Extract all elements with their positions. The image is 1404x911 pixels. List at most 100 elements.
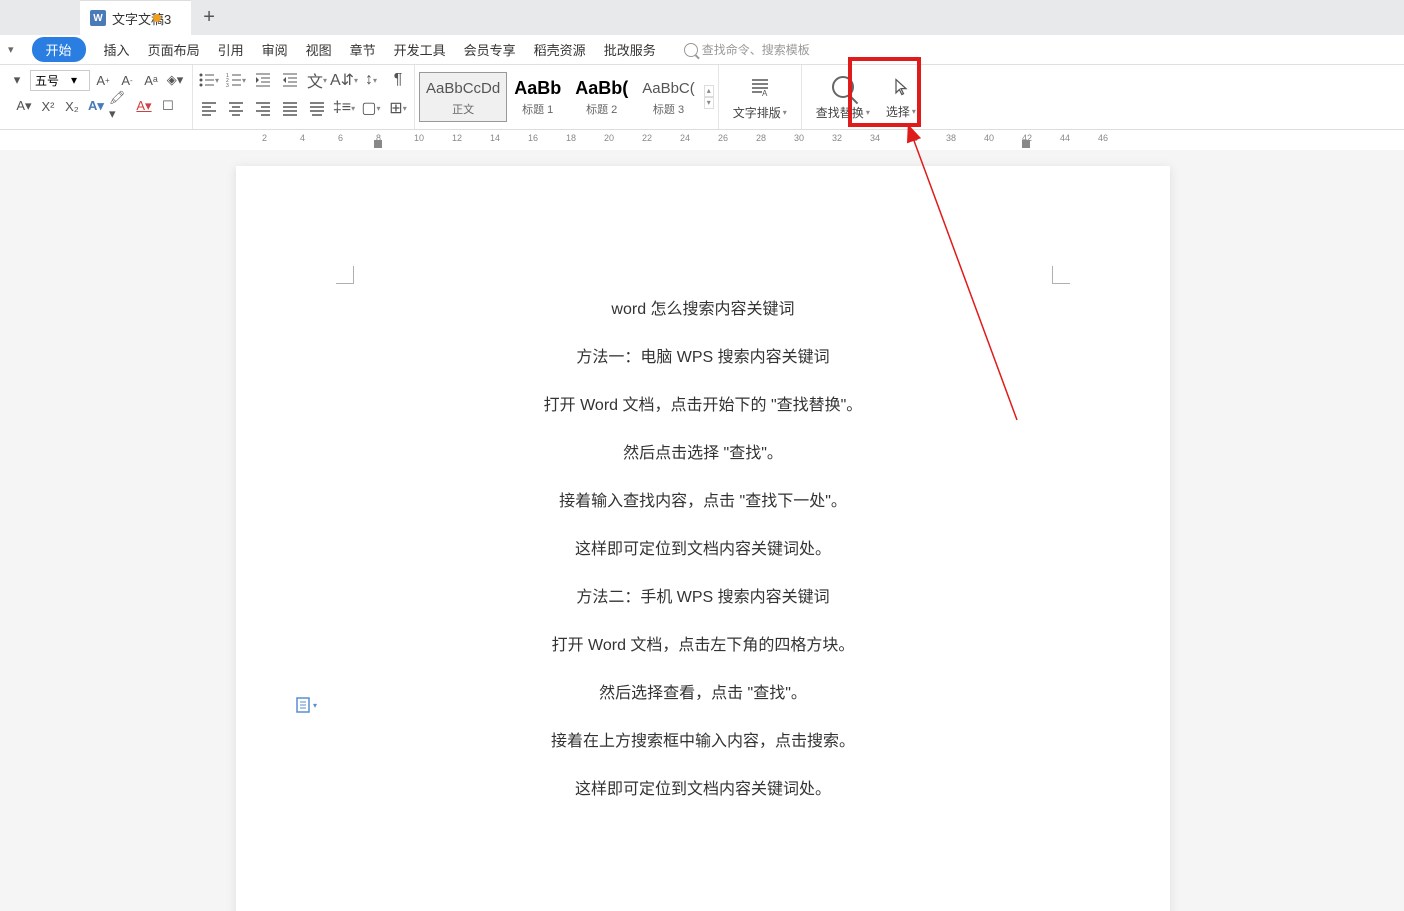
decrease-indent-button[interactable] [251,69,275,91]
style-heading2[interactable]: AaBb( 标题 2 [568,72,635,122]
font-format-dropdown[interactable]: A▾ [13,95,35,117]
style-heading3[interactable]: AaBbC( 标题 3 [635,72,702,122]
ruler-number: 22 [642,133,652,143]
style-gallery-scroll[interactable]: ▴ ▾ [704,85,714,109]
menu-references[interactable]: 引用 [218,40,244,59]
text-layout-button[interactable]: A 文字排版▾ [725,69,795,125]
ruler-number: 2 [262,133,267,143]
select-button[interactable]: 选择▾ [878,69,924,125]
number-list-button[interactable]: 123▾ [224,69,248,91]
ruler-number: 24 [680,133,690,143]
distribute-button[interactable] [305,97,329,119]
ruler-number: 34 [870,133,880,143]
ruler-number: 6 [338,133,343,143]
style-up-icon[interactable]: ▴ [704,85,714,97]
doc-line[interactable]: 接着在上方搜索框中输入内容，点击搜索。 [346,718,1060,766]
ruler-right-marker[interactable] [1022,140,1030,148]
layout-group: A 文字排版▾ [719,65,802,129]
ruler-number: 46 [1098,133,1108,143]
menu-view[interactable]: 视图 [306,40,332,59]
tab-bar: W 文字文稿3 + [0,0,1404,35]
margin-mark-tl [336,266,354,284]
doc-line[interactable]: 然后点击选择 "查找"。 [346,430,1060,478]
menu-devtools[interactable]: 开发工具 [394,40,446,59]
add-tab-button[interactable]: + [203,6,215,29]
svg-text:3: 3 [226,83,229,88]
sort-button[interactable]: ↕▾ [359,69,383,91]
search-placeholder: 查找命令、搜索模板 [702,41,810,58]
doc-line[interactable]: 方法二：手机 WPS 搜索内容关键词 [346,574,1060,622]
doc-line[interactable]: 这样即可定位到文档内容关键词处。 [346,766,1060,814]
text-effects-button[interactable]: A▾ [85,95,107,117]
doc-line[interactable]: 打开 Word 文档，点击左下角的四格方块。 [346,622,1060,670]
ruler-number: 30 [794,133,804,143]
highlight-button[interactable]: 🖍▾ [109,95,131,117]
menu-grading[interactable]: 批改服务 [604,40,656,59]
borders-button[interactable]: ⊞▾ [386,97,410,119]
magnifier-icon [829,73,857,100]
style-down-icon[interactable]: ▾ [704,97,714,109]
menu-chapter[interactable]: 章节 [350,40,376,59]
font-name-dropdown[interactable]: ▾ [6,69,28,91]
asian-layout-button[interactable]: A⇵▾ [332,69,356,91]
align-center-button[interactable] [224,97,248,119]
search-icon [684,43,698,57]
horizontal-ruler[interactable]: 2468101214161820222426283032343638404244… [236,130,1404,150]
text-layout-icon: A [746,73,774,100]
align-right-button[interactable] [251,97,275,119]
ruler-number: 28 [756,133,766,143]
doc-line[interactable]: word 怎么搜索内容关键词 [346,286,1060,334]
find-replace-button[interactable]: 查找替换▾ [808,69,878,125]
style-body[interactable]: AaBbCcDd 正文 [419,72,507,122]
floating-format-tool[interactable]: ▾ [295,696,317,714]
paragraph-group: ▾ 123▾ 文▾ A⇵▾ ↕▾ ¶ ‡≡▾ ▢▾ ⊞▾ [193,65,415,129]
char-shading-button[interactable]: ☐ [157,95,179,117]
change-case-button[interactable]: Aᵃ [140,69,162,91]
menu-resources[interactable]: 稻壳资源 [534,40,586,59]
pilcrow-button[interactable]: ¶ [386,69,410,91]
font-size-selector[interactable]: 五号▾ [30,70,90,91]
text-direction-button[interactable]: 文▾ [305,69,329,91]
increase-font-button[interactable]: A+ [92,69,114,91]
ruler-indent-marker[interactable] [374,140,382,148]
bullet-list-button[interactable]: ▾ [197,69,221,91]
ruler-number: 20 [604,133,614,143]
ruler-number: 18 [566,133,576,143]
ribbon-toolbar: ▾ 五号▾ A+ A- Aᵃ ◈▾ A▾ X² X₂ A▾ 🖍▾ A▾ ☐ ▾ … [0,65,1404,130]
shading-button[interactable]: ▢▾ [359,97,383,119]
menu-insert[interactable]: 插入 [104,40,130,59]
menu-review[interactable]: 审阅 [262,40,288,59]
superscript-button[interactable]: X² [37,95,59,117]
style-gallery: AaBbCcDd 正文 AaBb 标题 1 AaBb( 标题 2 AaBbC( … [415,65,719,129]
menu-member[interactable]: 会员专享 [464,40,516,59]
increase-indent-button[interactable] [278,69,302,91]
ruler-number: 26 [718,133,728,143]
doc-line[interactable]: 方法一：电脑 WPS 搜索内容关键词 [346,334,1060,382]
file-menu-dropdown[interactable]: ▾ [8,43,14,56]
justify-button[interactable] [278,97,302,119]
doc-line[interactable]: 打开 Word 文档，点击开始下的 "查找替换"。 [346,382,1060,430]
command-search[interactable]: 查找命令、搜索模板 [684,41,810,58]
clear-format-button[interactable]: ◈▾ [164,69,186,91]
decrease-font-button[interactable]: A- [116,69,138,91]
document-page[interactable]: word 怎么搜索内容关键词 方法一：电脑 WPS 搜索内容关键词 打开 Wor… [236,166,1170,911]
ruler-number: 38 [946,133,956,143]
align-left-button[interactable] [197,97,221,119]
doc-line[interactable]: 接着输入查找内容，点击 "查找下一处"。 [346,478,1060,526]
doc-line[interactable]: 这样即可定位到文档内容关键词处。 [346,526,1060,574]
page-workspace: word 怎么搜索内容关键词 方法一：电脑 WPS 搜索内容关键词 打开 Wor… [0,150,1404,911]
ruler-number: 16 [528,133,538,143]
svg-text:A: A [762,89,768,98]
menu-start[interactable]: 开始 [32,37,86,62]
line-spacing-button[interactable]: ‡≡▾ [332,97,356,119]
ruler-number: 40 [984,133,994,143]
ruler-number: 4 [300,133,305,143]
font-color-button[interactable]: A▾ [133,95,155,117]
menu-page-layout[interactable]: 页面布局 [148,40,200,59]
document-tab[interactable]: W 文字文稿3 [80,0,191,35]
doc-line[interactable]: 然后选择查看，点击 "查找"。 [346,670,1060,718]
subscript-button[interactable]: X₂ [61,95,83,117]
style-heading1[interactable]: AaBb 标题 1 [507,72,568,122]
font-group: ▾ 五号▾ A+ A- Aᵃ ◈▾ A▾ X² X₂ A▾ 🖍▾ A▾ ☐ [0,65,193,129]
document-content[interactable]: word 怎么搜索内容关键词 方法一：电脑 WPS 搜索内容关键词 打开 Wor… [346,286,1060,814]
